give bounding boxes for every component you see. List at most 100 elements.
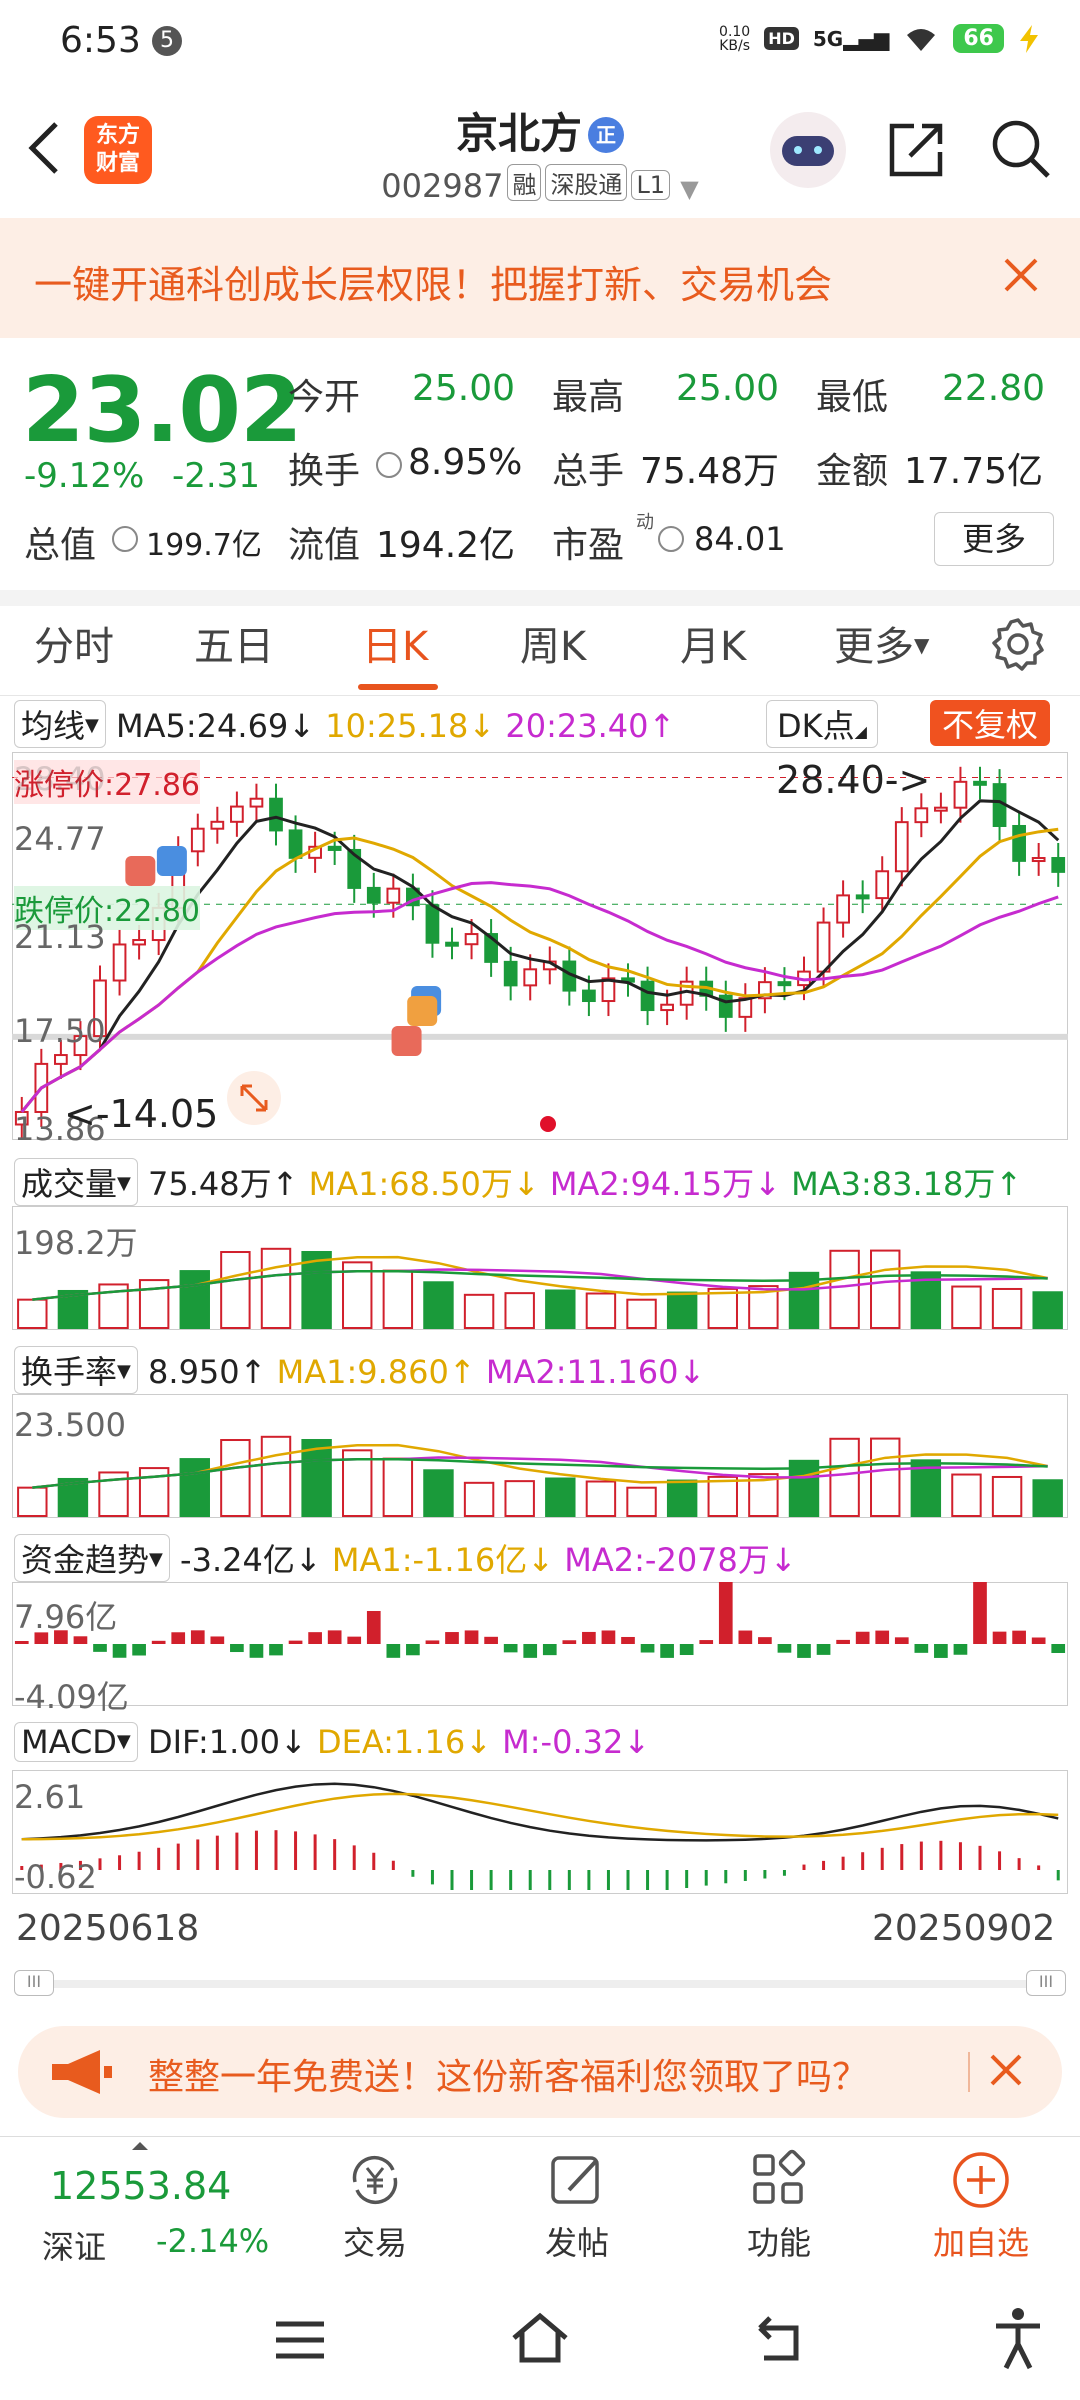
volume-selector[interactable]: 成交量▼: [14, 1158, 138, 1206]
chart-frame: [12, 1582, 1068, 1706]
macd-dea: DEA:1.16↓: [316, 1723, 492, 1761]
fund-selector[interactable]: 资金趋势▼: [14, 1534, 170, 1582]
volume-bar: [666, 1479, 698, 1517]
fund-trend-chart[interactable]: [12, 1582, 1068, 1706]
status-bar: 6:53 5 0.10 KB/s HD 5G▂▄▆ 66: [0, 0, 1080, 84]
adjust-mode-button[interactable]: 不复权: [930, 700, 1051, 746]
fund-bar: [1012, 1630, 1026, 1644]
tab-monthly-k[interactable]: 月K: [680, 614, 746, 672]
volume-bar: [585, 1480, 617, 1518]
info-icon[interactable]: [376, 452, 402, 478]
turnover-y-label: 23.500: [14, 1406, 126, 1444]
close-icon[interactable]: [996, 250, 1046, 300]
fund-y-top: 7.96亿: [14, 1598, 118, 1636]
fund-bar: [718, 1582, 733, 1644]
scroll-handle-right[interactable]: III: [1026, 1970, 1066, 1996]
current-price: 23.02: [22, 358, 303, 463]
promo-banner[interactable]: 一键开通科创成长层权限！把握打新、交易机会: [0, 218, 1080, 338]
candle: [523, 968, 538, 987]
volume-bar: [504, 1480, 535, 1517]
fund-bar: [953, 1644, 968, 1655]
volume-bar: [707, 1475, 738, 1517]
tab-daily-k[interactable]: 日K: [362, 614, 428, 672]
turnover-selector[interactable]: 换手率▼: [14, 1346, 138, 1394]
pe-label: 市盈: [552, 525, 625, 566]
kline-legend: 均线▼ MA5:24.69↓ 10:25.18↓ 20:23.40↑: [14, 700, 675, 748]
tab-intraday[interactable]: 分时: [34, 614, 114, 672]
turnover-ma1: MA1:9.860↑: [276, 1353, 476, 1391]
back-nav-icon[interactable]: [752, 2312, 808, 2364]
home-icon[interactable]: [508, 2310, 572, 2366]
add-watchlist-button[interactable]: 加自选: [916, 2148, 1046, 2264]
candle: [1012, 824, 1026, 862]
post-button[interactable]: 发帖: [512, 2148, 642, 2264]
fund-bar: [269, 1644, 283, 1656]
functions-button[interactable]: 功能: [714, 2148, 844, 2264]
volume-bar: [423, 1469, 454, 1517]
y-axis-label: 21.13: [14, 918, 106, 956]
fund-bar: [582, 1631, 596, 1644]
candle: [836, 894, 850, 924]
turnover-label: 换手: [288, 451, 361, 492]
volume-bar: [382, 1457, 414, 1517]
candle: [875, 870, 890, 900]
share-icon[interactable]: [884, 116, 950, 182]
tab-five-day[interactable]: 五日: [194, 614, 274, 672]
high-value: 25.00: [676, 368, 780, 409]
tab-weekly-k[interactable]: 周K: [520, 614, 586, 672]
assistant-robot-icon[interactable]: [770, 112, 846, 188]
expand-icon[interactable]: [226, 1070, 282, 1126]
fund-bar: [973, 1582, 987, 1644]
ma10-readout: 10:25.18↓: [325, 707, 496, 745]
fund-bar: [308, 1632, 322, 1644]
candle: [288, 829, 303, 859]
accessibility-icon[interactable]: [990, 2306, 1046, 2370]
volume-bar: [870, 1437, 901, 1517]
notification-badge: 5: [152, 26, 182, 56]
info-icon[interactable]: [658, 526, 684, 552]
promo-ad[interactable]: 整整一年免费送！这份新客福利您领取了吗？: [18, 2026, 1062, 2118]
megaphone-icon: [52, 2050, 112, 2094]
scroll-handle-left[interactable]: III: [14, 1970, 54, 1996]
volume-bar: [260, 1435, 292, 1517]
ma20-readout: 20:23.40↑: [505, 707, 676, 745]
volume-label: 总手: [552, 451, 625, 492]
candlestick-chart[interactable]: [12, 752, 1068, 1140]
menu-icon[interactable]: [272, 2318, 328, 2362]
fund-bar: [777, 1644, 792, 1653]
tab-more[interactable]: 更多▼: [834, 614, 929, 672]
volume-bar: [545, 1477, 576, 1517]
macd-chart[interactable]: [12, 1770, 1068, 1894]
gear-icon[interactable]: [990, 616, 1046, 672]
fund-bar: [758, 1637, 772, 1644]
candle: [327, 845, 342, 851]
trade-button[interactable]: 交易: [310, 2148, 440, 2264]
volume-chart[interactable]: [12, 1206, 1068, 1330]
candle: [269, 797, 283, 832]
index-value[interactable]: 12553.84: [50, 2164, 231, 2208]
dk-point-button[interactable]: DK点◢: [766, 700, 878, 748]
low-value: 22.80: [942, 368, 1046, 409]
chart-scrollbar[interactable]: III III: [14, 1970, 1066, 1996]
info-icon[interactable]: [112, 526, 138, 552]
macd-dif: DIF:1.00↓: [147, 1723, 307, 1761]
index-name: 深证: [42, 2228, 107, 2266]
stock-code: 002987: [381, 167, 504, 205]
volume-bar: [220, 1439, 251, 1518]
volume-y-label: 198.2万: [14, 1224, 138, 1262]
dropdown-icon[interactable]: ▼: [680, 175, 698, 203]
more-quote-button[interactable]: 更多: [934, 512, 1054, 566]
volume-bar: [17, 1298, 48, 1329]
fund-bar: [562, 1640, 577, 1644]
volume-bar: [1032, 1479, 1063, 1517]
candle: [914, 807, 929, 824]
candle: [777, 981, 792, 987]
macd-m: M:-0.32↓: [502, 1723, 651, 1761]
ma-selector[interactable]: 均线▼: [14, 700, 106, 748]
close-icon[interactable]: [984, 2048, 1028, 2092]
turnover-chart[interactable]: [12, 1394, 1068, 1518]
macd-selector[interactable]: MACD▼: [14, 1722, 138, 1762]
search-icon[interactable]: [988, 116, 1054, 182]
fund-bar: [542, 1644, 557, 1656]
mktcap-label: 总值: [24, 525, 97, 566]
